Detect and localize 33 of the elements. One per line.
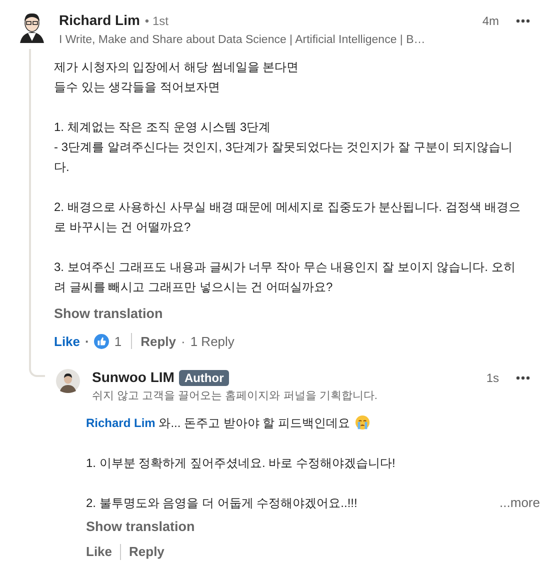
author-badge: Author xyxy=(179,370,229,386)
reply-button[interactable]: Reply xyxy=(129,542,164,562)
more-options-icon[interactable] xyxy=(516,376,530,380)
reply-paragraph: 2. 불투명도와 음영을 더 어둡게 수정해야겠어요..!!! xyxy=(86,494,358,512)
author-name[interactable]: Richard Lim xyxy=(59,10,140,31)
thumbs-up-icon xyxy=(94,334,110,349)
reaction-count: 1 xyxy=(114,332,122,350)
like-button[interactable]: Like xyxy=(86,542,112,562)
connection-degree: • 1st xyxy=(144,13,168,30)
avatar-icon[interactable] xyxy=(18,11,46,43)
crying-face-icon xyxy=(355,415,370,430)
comment-paragraph: 제가 시청자의 입장에서 해당 썸네일을 본다면 들수 있는 생각들을 적어보자면 xyxy=(54,59,300,96)
separator-dot: · xyxy=(181,332,186,350)
timestamp: 1s xyxy=(486,370,499,386)
author-name[interactable]: Sunwoo LIM xyxy=(92,367,174,388)
reply-paragraph: 1. 이부분 정확하게 짚어주셨네요. 바로 수정해야겠습니다! xyxy=(86,454,396,472)
show-translation-link[interactable]: Show translation xyxy=(86,516,195,536)
more-options-icon[interactable] xyxy=(516,18,530,22)
mention-link[interactable]: Richard Lim xyxy=(86,416,156,430)
comment-paragraph: 1. 체계없는 작은 조직 운영 시스템 3단계 - 3단계를 알려주신다는 것인지, 3단계가 잘못되었다는 것인지가 잘 구분이 되지않습니다. xyxy=(54,119,514,176)
show-translation-link[interactable]: Show translation xyxy=(54,304,163,324)
reply-button[interactable]: Reply xyxy=(140,332,176,351)
comment-paragraph: 2. 배경으로 사용하신 사무실 배경 때문에 메세지로 집중도가 분산됩니다. 검정색 배경으로 바꾸시는 건 어떨까요? xyxy=(54,199,522,236)
avatar-icon[interactable] xyxy=(56,369,80,393)
comment-paragraph: 3. 보여주신 그래프도 내용과 글씨가 너무 작아 무슨 내용인지 잘 보이지 않습니다. 오히려 글씨를 빼시고 그래프만 넣으시는 건 어떠실까요? xyxy=(54,259,516,296)
see-more-link[interactable]: ...more xyxy=(500,492,540,512)
like-button[interactable]: Like xyxy=(54,332,80,351)
author-headline: I Write, Make and Share about Data Science | Artificial Intelligence | B… xyxy=(59,33,426,48)
separator-dot: · xyxy=(85,332,90,350)
author-headline: 쉬지 않고 고객을 끌어오는 홈페이지와 퍼널을 기획합니다. xyxy=(92,389,378,404)
reply-paragraph: Richard Lim 와... 돈주고 받아야 할 피드백인데요 xyxy=(86,414,350,432)
reply-count[interactable]: 1 Reply xyxy=(190,332,234,351)
timestamp: 4m xyxy=(482,13,499,30)
